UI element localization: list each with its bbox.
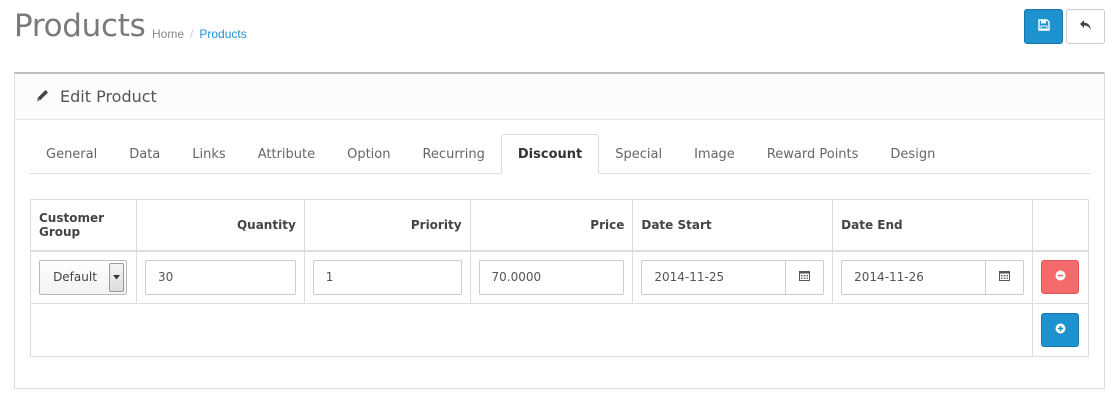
- priority-input[interactable]: 1: [312, 259, 462, 295]
- header-priority: Priority: [303, 199, 471, 252]
- tab-recurring[interactable]: Recurring: [406, 134, 500, 174]
- date-start-input[interactable]: 2014-11-25: [641, 259, 787, 295]
- cell-date-start: 2014-11-25: [632, 250, 834, 304]
- cell-customer-group: Default: [30, 250, 137, 304]
- calendar-icon: [799, 270, 811, 285]
- header-date-start: Date Start: [632, 199, 834, 252]
- date-end-calendar-button[interactable]: [985, 259, 1024, 295]
- plus-circle-icon: [1055, 323, 1066, 338]
- add-discount-button[interactable]: [1041, 313, 1080, 347]
- tab-reward-points[interactable]: Reward Points: [751, 134, 875, 174]
- table-row: Default 30 1 70.0000 2014-11-25 2014-11-…: [30, 250, 1090, 304]
- table-footer-row: [30, 303, 1090, 357]
- minus-circle-icon: [1055, 270, 1066, 285]
- header-actions: [1031, 199, 1090, 252]
- tab-image[interactable]: Image: [678, 134, 751, 174]
- back-button[interactable]: [1066, 9, 1105, 44]
- header-price: Price: [469, 199, 634, 252]
- breadcrumb-separator: /: [190, 27, 194, 41]
- date-start-calendar-button[interactable]: [786, 259, 825, 295]
- product-tabs: General Data Links Attribute Option Recu…: [30, 134, 1090, 174]
- header-date-end: Date End: [832, 199, 1033, 252]
- reply-icon: [1079, 19, 1092, 34]
- page-title: Products: [14, 8, 146, 44]
- date-end-input[interactable]: 2014-11-26: [841, 259, 986, 295]
- footer-empty-cell: [30, 303, 1033, 357]
- header-customer-group: Customer Group: [30, 199, 137, 252]
- tab-attribute[interactable]: Attribute: [242, 134, 331, 174]
- tab-links[interactable]: Links: [176, 134, 241, 174]
- edit-product-panel: Edit Product General Data Links Attribut…: [14, 72, 1105, 389]
- discount-table: Customer Group Quantity Priority Price D…: [30, 199, 1090, 357]
- tab-discount[interactable]: Discount: [500, 134, 600, 174]
- price-input[interactable]: 70.0000: [478, 259, 625, 295]
- cell-date-end: 2014-11-26: [832, 250, 1033, 304]
- date-start-group: 2014-11-25: [641, 259, 825, 295]
- save-icon: [1037, 19, 1050, 34]
- panel-title: Edit Product: [60, 87, 157, 106]
- header-customer-group-line2: Group: [39, 224, 81, 239]
- cell-remove: [1031, 250, 1090, 304]
- save-button[interactable]: [1024, 9, 1063, 44]
- breadcrumb-home[interactable]: Home: [152, 27, 184, 41]
- header-quantity: Quantity: [135, 199, 305, 252]
- tab-design[interactable]: Design: [874, 134, 951, 174]
- breadcrumb: Home / Products: [152, 27, 247, 41]
- tab-option[interactable]: Option: [331, 134, 406, 174]
- quantity-input[interactable]: 30: [144, 259, 296, 295]
- tab-general[interactable]: General: [30, 134, 113, 174]
- caret-down-icon: [109, 262, 124, 292]
- breadcrumb-products[interactable]: Products: [199, 27, 246, 41]
- cell-add: [1031, 303, 1090, 357]
- tab-special[interactable]: Special: [599, 134, 678, 174]
- header-customer-group-line1: Customer: [39, 210, 105, 225]
- customer-group-select[interactable]: Default: [39, 259, 127, 295]
- panel-heading: Edit Product: [15, 74, 1104, 120]
- table-header-row: Customer Group Quantity Priority Price D…: [30, 199, 1090, 252]
- date-end-group: 2014-11-26: [841, 259, 1024, 295]
- remove-discount-button[interactable]: [1041, 260, 1080, 295]
- pencil-icon: [35, 88, 50, 106]
- cell-price: 70.0000: [469, 250, 634, 304]
- tab-data[interactable]: Data: [113, 134, 176, 174]
- cell-quantity: 30: [135, 250, 305, 304]
- cell-priority: 1: [303, 250, 471, 304]
- calendar-icon: [998, 270, 1010, 285]
